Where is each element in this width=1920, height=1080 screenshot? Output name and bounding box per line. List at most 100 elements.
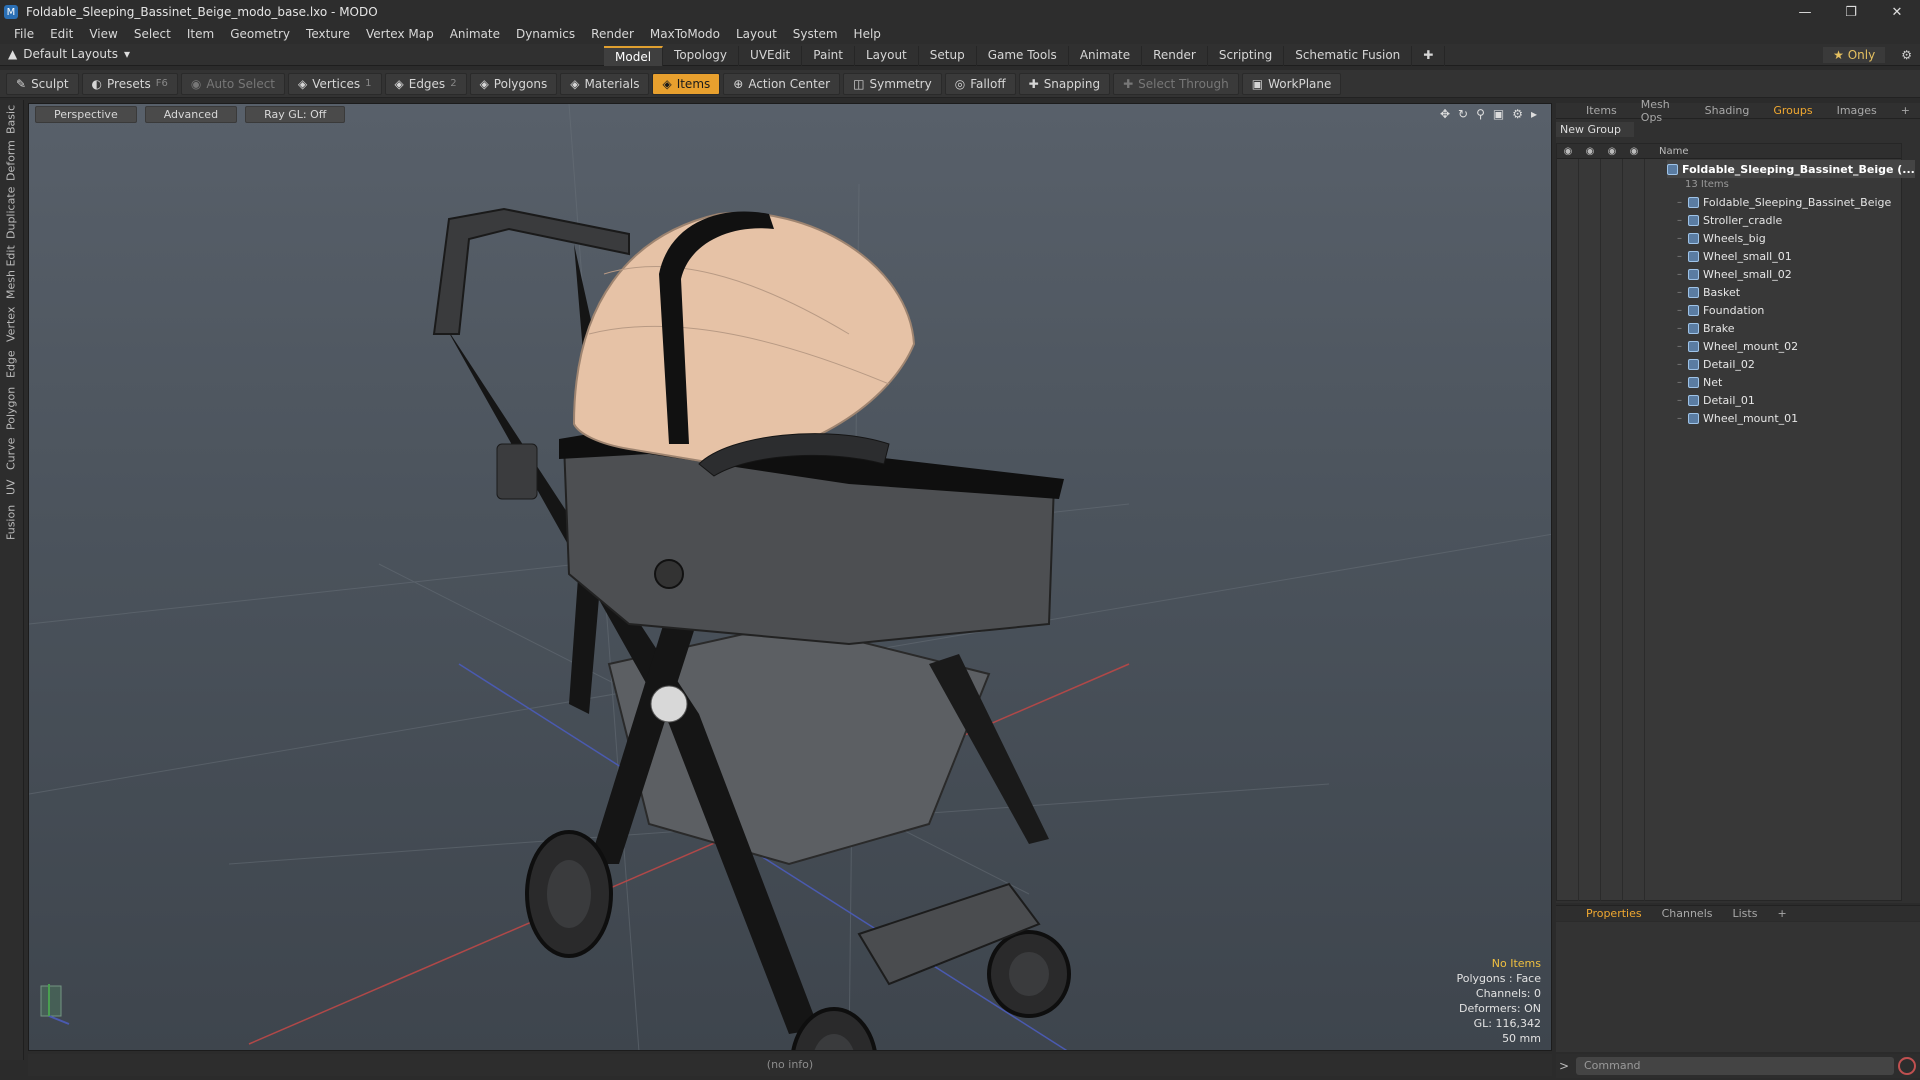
tree-item[interactable]: – Wheel_mount_01 bbox=[1677, 409, 1798, 427]
raygl-toggle[interactable]: Ray GL: Off bbox=[245, 106, 346, 123]
left-tab-uv[interactable]: UV bbox=[0, 474, 22, 500]
tree-item[interactable]: – Net bbox=[1677, 373, 1722, 391]
3d-viewport[interactable]: Perspective Advanced Ray GL: Off ✥ ↻ ⚲ ▣… bbox=[28, 103, 1552, 1051]
tree-item[interactable]: – Wheel_mount_02 bbox=[1677, 337, 1798, 355]
menu-animate[interactable]: Animate bbox=[442, 27, 508, 41]
vertices-button[interactable]: ◈ Vertices 1 bbox=[288, 72, 382, 95]
tab-images[interactable]: Images bbox=[1827, 104, 1887, 117]
tab-shading[interactable]: Shading bbox=[1695, 104, 1760, 117]
new-group-button[interactable]: New Group bbox=[1556, 122, 1634, 137]
render-icon[interactable]: ◉ bbox=[1579, 146, 1601, 157]
menu-file[interactable]: File bbox=[6, 27, 42, 41]
select-icon[interactable]: ◉ bbox=[1623, 146, 1645, 157]
fit-icon[interactable]: ▣ bbox=[1493, 107, 1504, 121]
menu-geometry[interactable]: Geometry bbox=[222, 27, 298, 41]
tab-setup[interactable]: Setup bbox=[919, 46, 977, 66]
layout-selector[interactable]: ▲ Default Layouts ▾ bbox=[8, 47, 130, 61]
view-mode-dropdown[interactable]: Perspective bbox=[35, 106, 137, 123]
presets-button[interactable]: ◐ Presets F6 bbox=[81, 72, 178, 95]
left-tab-edge[interactable]: Edge bbox=[0, 346, 22, 382]
left-tab-polygon[interactable]: Polygon bbox=[0, 382, 22, 434]
left-tab-duplicate[interactable]: Duplicate bbox=[0, 184, 22, 242]
tree-item[interactable]: – Foundation bbox=[1677, 301, 1764, 319]
select-through-button[interactable]: ✚ Select Through bbox=[1113, 72, 1239, 95]
tab-channels[interactable]: Channels bbox=[1652, 907, 1723, 920]
materials-button[interactable]: ◈ Materials bbox=[560, 72, 650, 95]
falloff-button[interactable]: ◎ Falloff bbox=[944, 72, 1016, 95]
pan-icon[interactable]: ✥ bbox=[1440, 107, 1450, 121]
action-center-button[interactable]: ⊕ Action Center bbox=[723, 72, 841, 95]
menu-render[interactable]: Render bbox=[583, 27, 642, 41]
tab-render[interactable]: Render bbox=[1142, 46, 1208, 66]
shading-mode-dropdown[interactable]: Advanced bbox=[144, 106, 238, 123]
tree-item[interactable]: – Basket bbox=[1677, 283, 1740, 301]
restore-icon[interactable]: ❐ bbox=[1828, 0, 1874, 24]
menu-view[interactable]: View bbox=[81, 27, 125, 41]
symmetry-button[interactable]: ◫ Symmetry bbox=[843, 72, 942, 95]
items-button[interactable]: ◈ Items bbox=[652, 72, 721, 95]
tab-paint[interactable]: Paint bbox=[802, 46, 855, 66]
tab-items[interactable]: Items bbox=[1576, 104, 1627, 117]
left-tab-mesh-edit[interactable]: Mesh Edit bbox=[0, 242, 22, 302]
only-toggle[interactable]: ★ Only bbox=[1823, 47, 1886, 63]
tree-item[interactable]: – Wheel_small_02 bbox=[1677, 265, 1792, 283]
menu-vertex-map[interactable]: Vertex Map bbox=[358, 27, 442, 41]
tree-item[interactable]: – Foldable_Sleeping_Bassinet_Beige bbox=[1677, 193, 1891, 211]
settings-icon[interactable]: ⚙ bbox=[1512, 107, 1523, 121]
add-panel-tab-icon[interactable]: + bbox=[1891, 104, 1920, 117]
gear-icon[interactable]: ⚙ bbox=[1901, 48, 1912, 62]
tree-item[interactable]: – Stroller_cradle bbox=[1677, 211, 1782, 229]
menu-help[interactable]: Help bbox=[846, 27, 889, 41]
left-tab-deform[interactable]: Deform bbox=[0, 138, 22, 184]
menu-texture[interactable]: Texture bbox=[298, 27, 358, 41]
menu-bar: File Edit View Select Item Geometry Text… bbox=[0, 24, 1920, 44]
auto-select-button[interactable]: ◉ Auto Select bbox=[180, 72, 286, 95]
edges-button[interactable]: ◈ Edges 2 bbox=[384, 72, 467, 95]
left-tab-basic[interactable]: Basic bbox=[0, 100, 22, 138]
tree-item[interactable]: – Detail_02 bbox=[1677, 355, 1755, 373]
menu-edit[interactable]: Edit bbox=[42, 27, 81, 41]
tree-item[interactable]: – Wheels_big bbox=[1677, 229, 1766, 247]
add-tab-icon[interactable]: ✚ bbox=[1412, 46, 1446, 66]
tab-scripting[interactable]: Scripting bbox=[1208, 46, 1285, 66]
left-tab-vertex[interactable]: Vertex bbox=[0, 302, 22, 346]
tab-animate[interactable]: Animate bbox=[1069, 46, 1143, 66]
tree-item[interactable]: – Brake bbox=[1677, 319, 1735, 337]
add-properties-tab-icon[interactable]: + bbox=[1767, 907, 1796, 920]
tab-uvedit[interactable]: UVEdit bbox=[739, 46, 803, 66]
tree-item[interactable]: – Detail_01 bbox=[1677, 391, 1755, 409]
minimize-icon[interactable]: — bbox=[1782, 0, 1828, 24]
sculpt-button[interactable]: ✎ Sculpt bbox=[6, 72, 79, 95]
snapping-button[interactable]: ✚ Snapping bbox=[1018, 72, 1111, 95]
menu-dynamics[interactable]: Dynamics bbox=[508, 27, 583, 41]
lock-icon[interactable]: ◉ bbox=[1601, 146, 1623, 157]
workplane-button[interactable]: ▣ WorkPlane bbox=[1241, 72, 1342, 95]
tab-lists[interactable]: Lists bbox=[1723, 907, 1768, 920]
left-tab-curve[interactable]: Curve bbox=[0, 434, 22, 474]
tab-mesh-ops[interactable]: Mesh Ops bbox=[1631, 98, 1691, 124]
tab-layout[interactable]: Layout bbox=[855, 46, 919, 66]
polygons-button[interactable]: ◈ Polygons bbox=[469, 72, 558, 95]
menu-item[interactable]: Item bbox=[179, 27, 222, 41]
tab-schematic-fusion[interactable]: Schematic Fusion bbox=[1284, 46, 1413, 66]
stroller-model[interactable] bbox=[432, 207, 1071, 1051]
tab-groups[interactable]: Groups bbox=[1763, 104, 1822, 117]
tab-topology[interactable]: Topology bbox=[663, 46, 740, 66]
rotate-icon[interactable]: ↻ bbox=[1458, 107, 1468, 121]
collapse-icon[interactable]: ▲ bbox=[8, 47, 17, 61]
menu-system[interactable]: System bbox=[785, 27, 846, 41]
expand-arrow-icon[interactable]: ▸ bbox=[1531, 107, 1537, 121]
command-input[interactable]: Command bbox=[1576, 1057, 1894, 1075]
menu-select[interactable]: Select bbox=[126, 27, 179, 41]
menu-layout[interactable]: Layout bbox=[728, 27, 785, 41]
zoom-icon[interactable]: ⚲ bbox=[1476, 107, 1485, 121]
left-tab-fusion[interactable]: Fusion bbox=[0, 500, 22, 544]
record-icon[interactable] bbox=[1898, 1057, 1916, 1075]
tree-item[interactable]: – Wheel_small_01 bbox=[1677, 247, 1792, 265]
eye-icon[interactable]: ◉ bbox=[1557, 146, 1579, 157]
tab-game-tools[interactable]: Game Tools bbox=[977, 46, 1069, 66]
menu-maxtomodo[interactable]: MaxToModo bbox=[642, 27, 728, 41]
tab-model[interactable]: Model bbox=[604, 46, 664, 66]
close-icon[interactable]: ✕ bbox=[1874, 0, 1920, 24]
tab-properties[interactable]: Properties bbox=[1576, 907, 1652, 920]
